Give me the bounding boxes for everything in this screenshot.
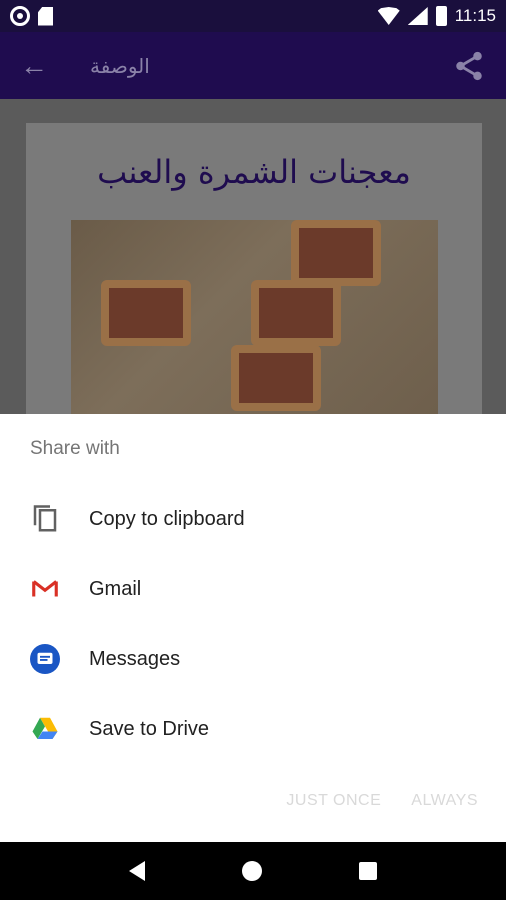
pastry-shape	[101, 280, 191, 346]
share-item-label: Save to Drive	[89, 717, 210, 740]
share-item-label: Messages	[89, 647, 181, 670]
recipe-image	[71, 220, 438, 416]
share-item-drive[interactable]: Save to Drive	[0, 694, 506, 764]
share-sheet-actions: JUST ONCE ALWAYS	[286, 792, 478, 810]
pastry-shape	[291, 220, 381, 286]
wifi-icon	[377, 7, 400, 25]
battery-icon	[435, 6, 447, 26]
recipe-content: معجنات الشمرة والعنب	[0, 99, 506, 423]
status-bar: 11:15	[0, 0, 506, 32]
status-time: 11:15	[454, 6, 496, 25]
status-right: 11:15	[377, 6, 496, 26]
nav-home-icon[interactable]	[241, 861, 262, 881]
signal-icon	[407, 7, 428, 25]
nav-recents-icon[interactable]	[359, 862, 378, 880]
share-sheet-title: Share with	[30, 438, 120, 459]
share-item-copy[interactable]: Copy to clipboard	[0, 484, 506, 554]
navigation-bar	[0, 842, 506, 900]
recipe-title: معجنات الشمرة والعنب	[97, 153, 411, 191]
nav-back-icon[interactable]	[128, 861, 145, 881]
just-once-button[interactable]: JUST ONCE	[286, 792, 381, 810]
share-item-messages[interactable]: Messages	[0, 624, 506, 694]
always-button[interactable]: ALWAYS	[411, 792, 478, 810]
share-sheet: Share with Copy to clipboard Gmail Messa…	[0, 414, 506, 842]
share-icon[interactable]	[452, 49, 486, 83]
share-item-label: Gmail	[89, 577, 142, 600]
pastry-shape	[251, 280, 341, 346]
pastry-shape	[231, 345, 321, 411]
share-item-label: Copy to clipboard	[89, 507, 245, 530]
app-bar: ← الوصفة	[0, 32, 506, 99]
share-item-gmail[interactable]: Gmail	[0, 554, 506, 624]
status-left	[10, 6, 53, 26]
gmail-icon	[32, 580, 58, 597]
sd-card-icon	[38, 6, 53, 26]
drive-icon	[32, 717, 58, 739]
copy-icon	[33, 505, 57, 532]
arrow-left-icon[interactable]: ←	[20, 50, 54, 82]
recipe-card: معجنات الشمرة والعنب	[26, 123, 482, 423]
messages-icon	[30, 644, 60, 674]
page-title: الوصفة	[90, 53, 150, 78]
notification-dot-icon	[10, 6, 30, 26]
